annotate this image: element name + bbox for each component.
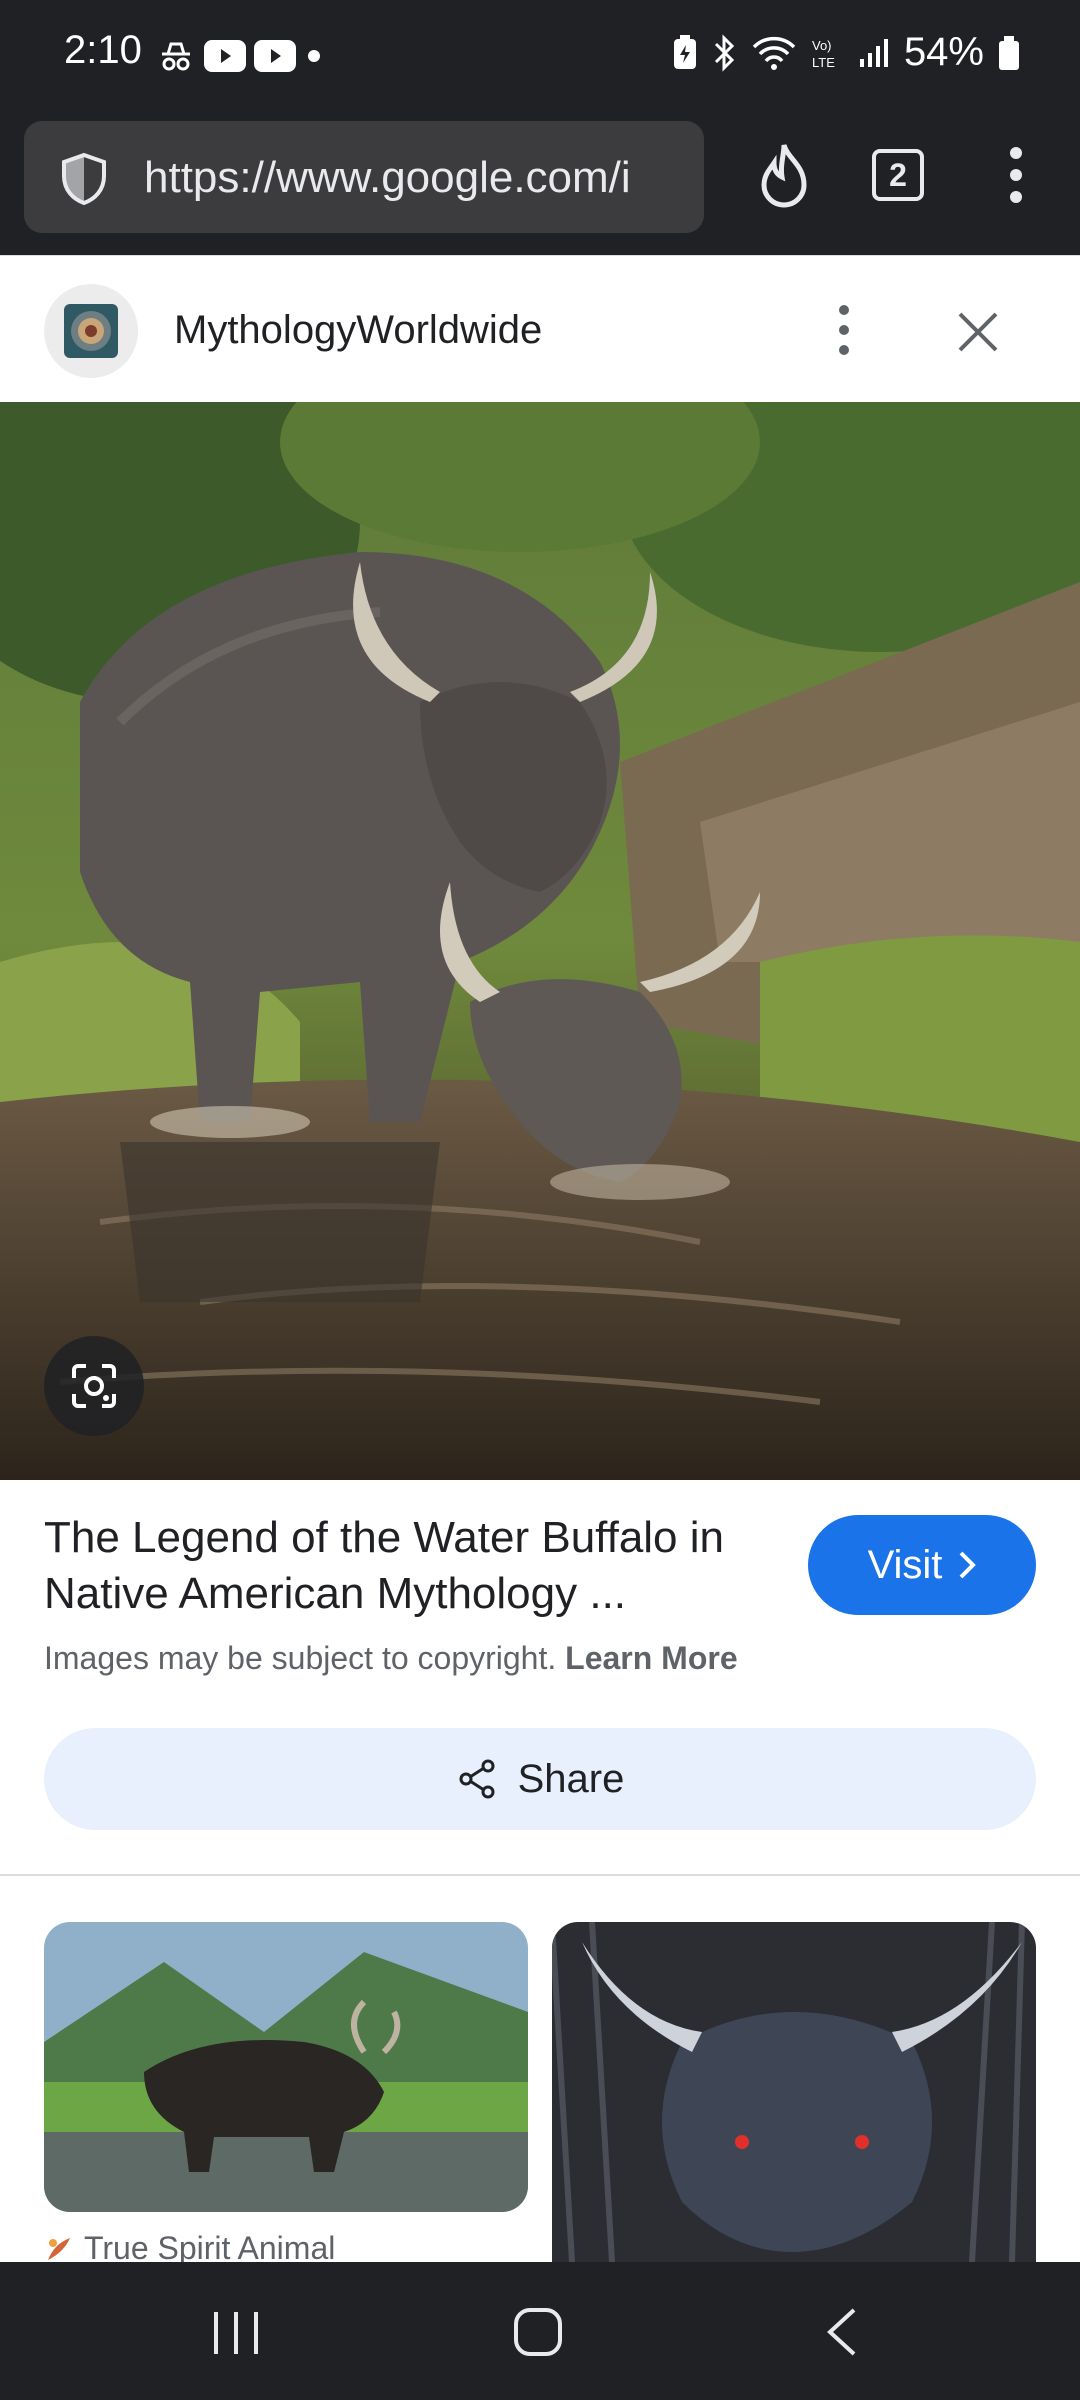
incognito-icon	[162, 42, 190, 71]
learn-more-link[interactable]: Learn More	[565, 1640, 737, 1676]
close-icon[interactable]	[950, 304, 1006, 360]
status-indicators: Vo) LTE 54%	[672, 30, 1020, 75]
water-buffalo-image	[0, 402, 1080, 1480]
back-icon[interactable]	[822, 2306, 862, 2358]
site-favicon-icon	[48, 2237, 70, 2260]
visit-button[interactable]: Visit	[808, 1515, 1036, 1615]
recents-icon[interactable]	[210, 2310, 262, 2356]
status-bar: 2:10 Vo) LTE 54%	[0, 0, 1080, 115]
share-label: Share	[517, 1756, 625, 1801]
section-divider	[0, 1874, 1080, 1876]
home-icon[interactable]	[512, 2306, 564, 2358]
tab-switcher-button[interactable]: 2	[872, 149, 924, 201]
wifi-icon	[752, 36, 796, 70]
signal-icon	[859, 38, 888, 67]
url-text[interactable]: https://www.google.com/i	[144, 153, 694, 203]
share-icon	[459, 1759, 495, 1799]
bluetooth-icon	[714, 33, 735, 72]
related-image-1[interactable]	[44, 1922, 528, 2212]
main-image[interactable]	[0, 402, 1080, 1480]
dot-icon	[308, 50, 320, 62]
google-lens-icon	[72, 1364, 116, 1408]
more-vert-icon[interactable]	[826, 300, 862, 360]
notification-icons	[156, 36, 324, 76]
result-title[interactable]: The Legend of the Water Buffalo in Nativ…	[44, 1510, 784, 1622]
youtube-icon	[204, 40, 246, 72]
lens-search-button[interactable]	[44, 1336, 144, 1436]
more-vert-icon[interactable]	[1004, 143, 1028, 207]
share-button[interactable]: Share	[44, 1728, 1036, 1830]
visit-label: Visit	[867, 1542, 943, 1587]
battery-percent: 54%	[903, 30, 984, 74]
battery-saver-icon	[673, 34, 696, 69]
volte-icon: Vo) LTE	[812, 38, 835, 70]
battery-icon	[999, 35, 1019, 70]
system-nav-bar	[0, 2262, 1080, 2400]
related-image-2[interactable]	[552, 1922, 1036, 2262]
address-bar[interactable]: https://www.google.com/i	[24, 121, 704, 233]
copyright-text: Images may be subject to copyright.	[44, 1640, 557, 1676]
svg-text:LTE: LTE	[812, 55, 835, 70]
status-time: 2:10	[64, 28, 142, 72]
shield-icon[interactable]	[56, 151, 112, 207]
chevron-right-icon	[960, 1551, 977, 1579]
copyright-notice: Images may be subject to copyright. Lear…	[44, 1640, 738, 1677]
browser-toolbar: https://www.google.com/i 2	[0, 115, 1080, 255]
source-avatar[interactable]	[44, 284, 138, 378]
source-name[interactable]: MythologyWorldwide	[174, 308, 542, 353]
svg-text:Vo): Vo)	[812, 38, 832, 53]
fire-icon[interactable]	[752, 141, 816, 213]
source-header: MythologyWorldwide	[0, 255, 1080, 403]
youtube-icon	[254, 40, 296, 72]
